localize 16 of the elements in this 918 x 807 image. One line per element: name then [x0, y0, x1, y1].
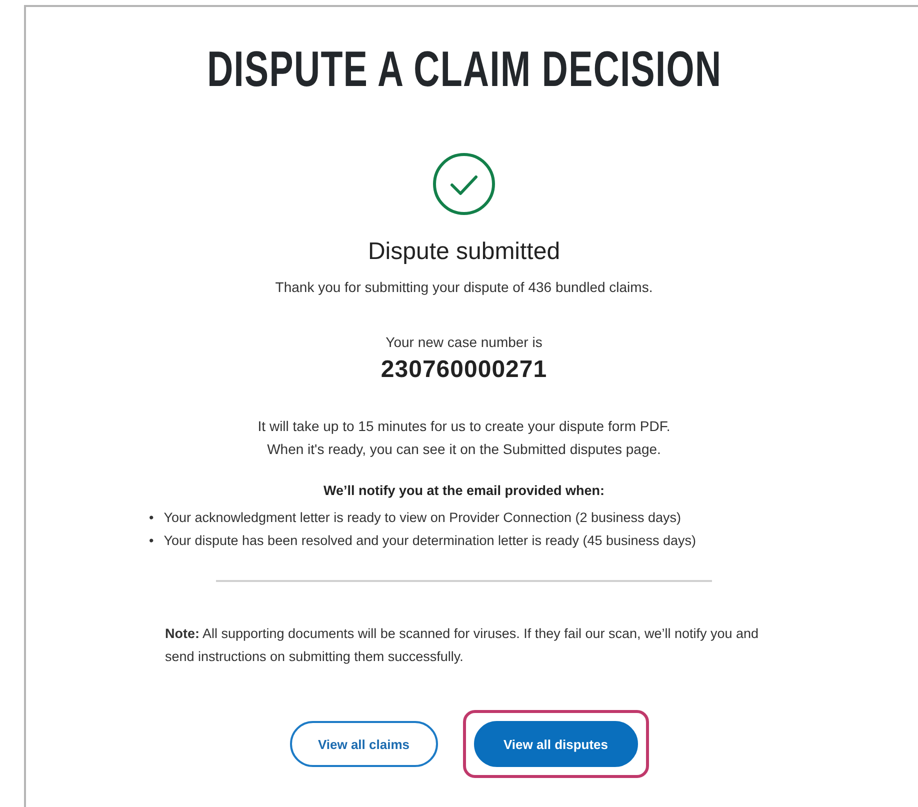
note-text: Note: All supporting documents will be scanned for viruses. If they fail our scan, we’ll notify you and send instructions on submitting them successfully.	[165, 625, 760, 666]
status-message: Thank you for submitting your dispute of 436 bundled claims.	[275, 278, 653, 297]
nav-button[interactable]: View all disputes	[462, 710, 650, 778]
info-text: When it's ready, you can see it on the Submitted disputes page.	[266, 440, 662, 459]
bullet-mark: •	[149, 509, 154, 527]
status-heading: Dispute submitted	[368, 238, 560, 266]
info-text: It will take up to 15 minutes for us to create your dispute form PDF.	[258, 417, 670, 436]
case-number-label: Your new case number is	[386, 333, 542, 352]
nav-button[interactable]: View all claims	[290, 721, 438, 767]
notify-item: Your dispute has been resolved and your determination letter is ready (45 business days)	[164, 532, 696, 550]
bullet-mark: •	[149, 532, 154, 550]
page-title: DISPUTE A CLAIM DECISION	[206, 40, 722, 98]
notify-heading: We’ll notify you at the email provided when:	[323, 483, 605, 498]
notify-item: Your acknowledgment letter is ready to view on Provider Connection (2 business days)	[164, 509, 682, 527]
case-number: 230760000271	[380, 356, 548, 384]
check-circle-icon	[432, 152, 496, 216]
